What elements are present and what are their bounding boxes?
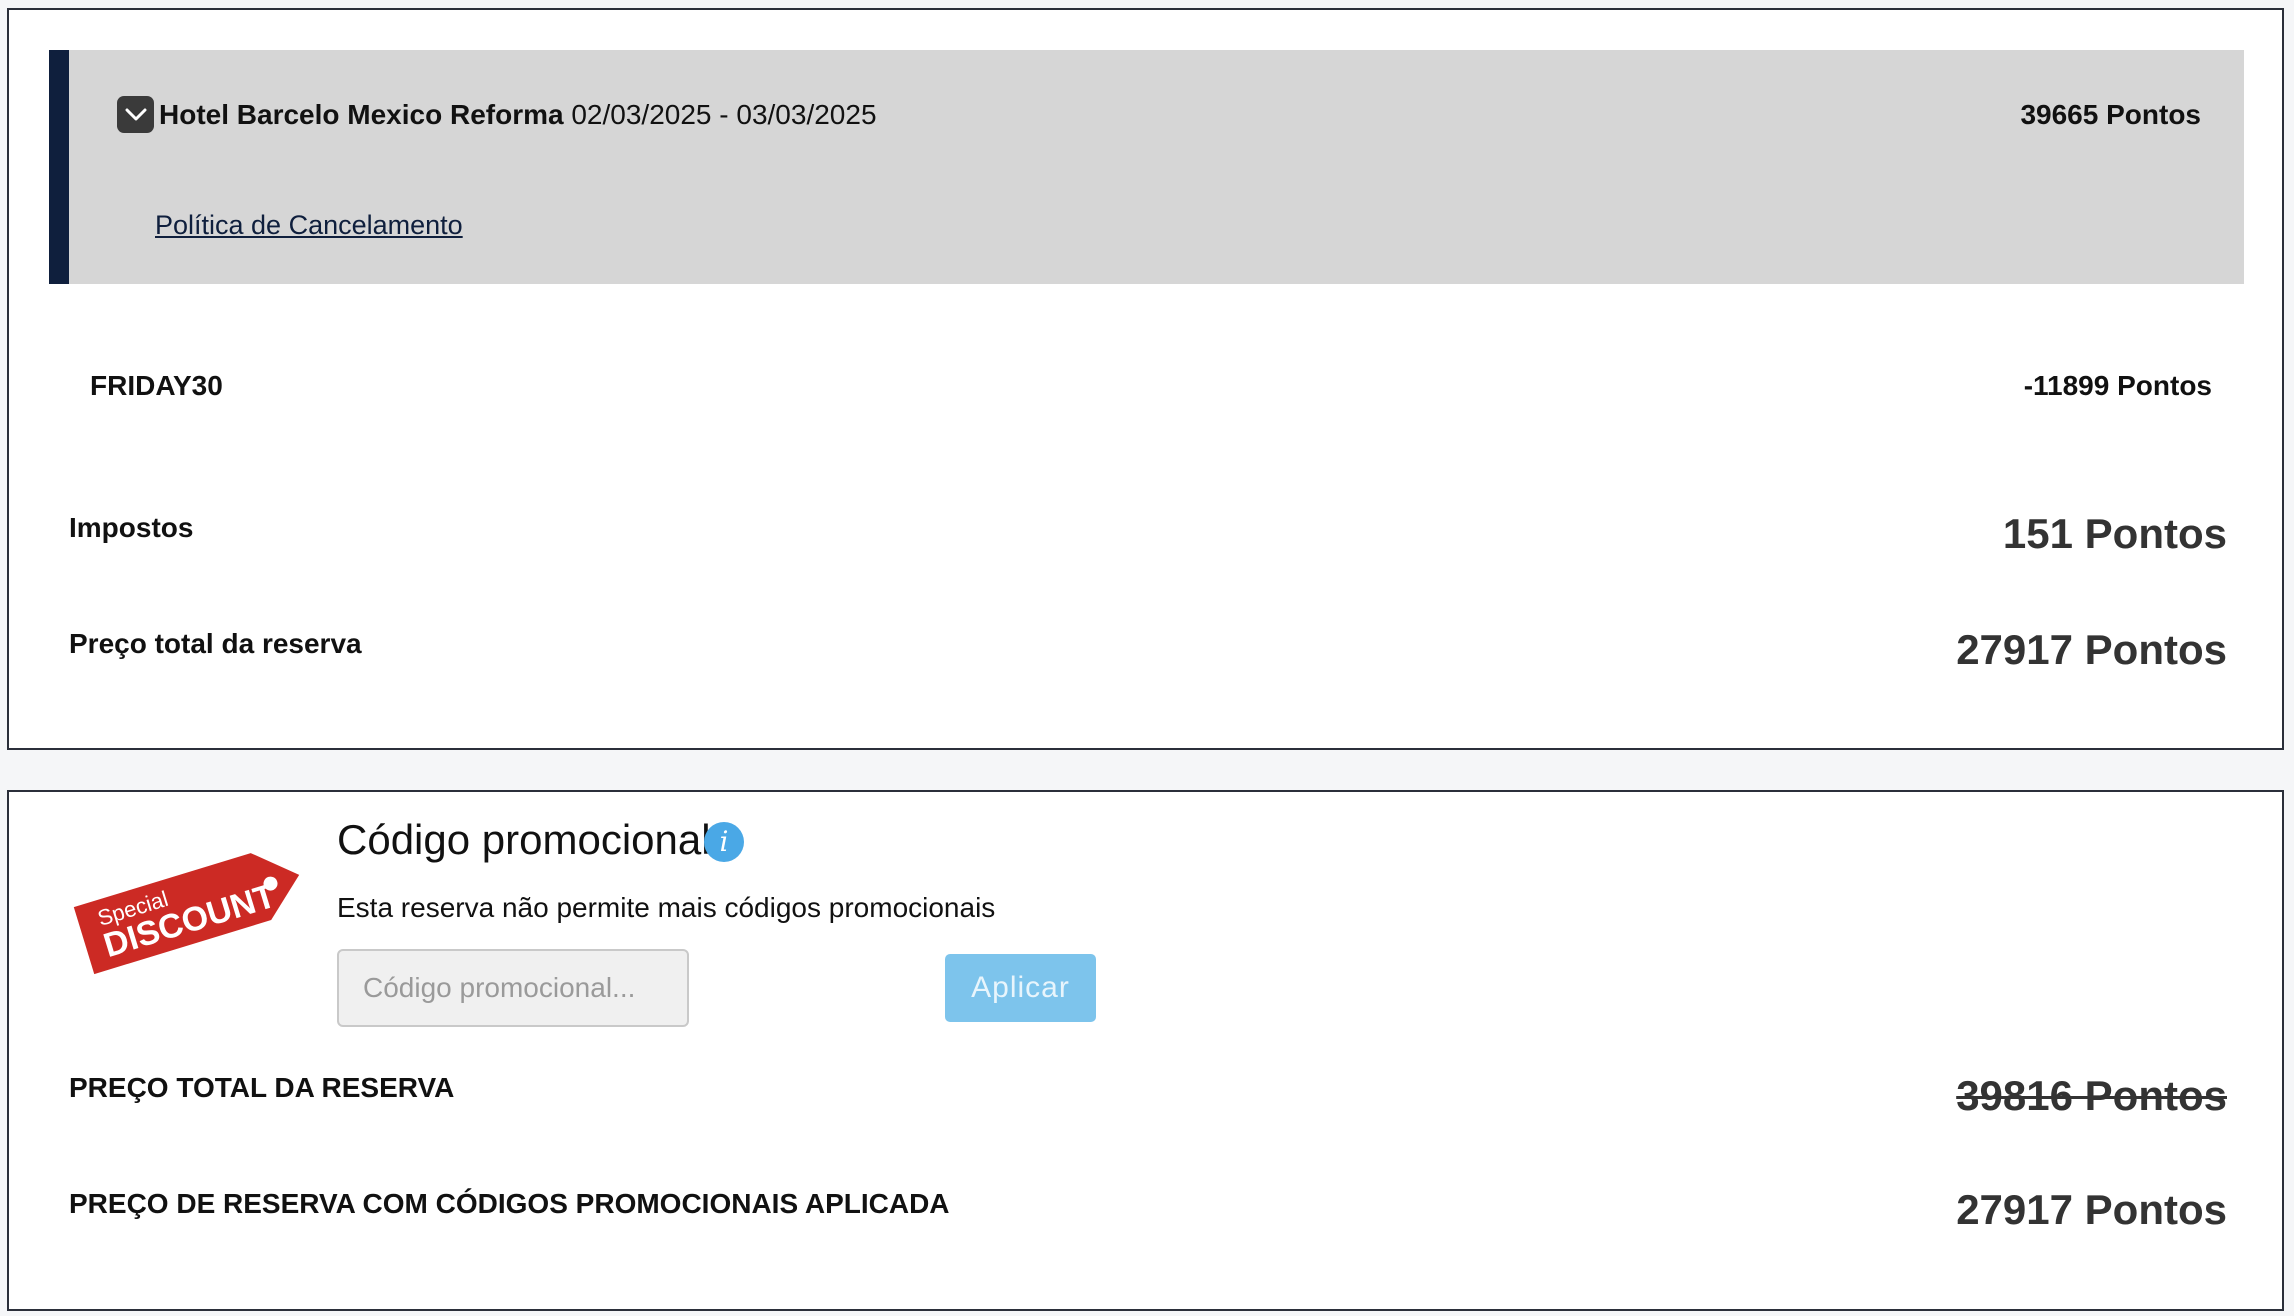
promo-title: Código promocional: [337, 816, 711, 863]
promo-applied-label: PREÇO DE RESERVA COM CÓDIGOS PROMOCIONAI…: [69, 1188, 950, 1219]
stay-dates: 02/03/2025 - 03/03/2025: [571, 99, 877, 130]
hotel-name: Hotel Barcelo Mexico Reforma: [159, 99, 564, 130]
total-price-label: Preço total da reserva: [69, 628, 362, 659]
promo-applied-total: 27917 Pontos: [1956, 1186, 2227, 1233]
promo-total-label: PREÇO TOTAL DA RESERVA: [69, 1072, 455, 1103]
total-price-points: 27917 Pontos: [1956, 626, 2227, 673]
hotel-points: 39665 Pontos: [2020, 99, 2201, 130]
original-total-points: 39816 Pontos: [1956, 1072, 2227, 1119]
discount-points: -11899 Pontos: [2023, 370, 2212, 401]
hotel-accent-bar: [49, 50, 69, 284]
taxes-points: 151 Pontos: [2002, 510, 2227, 557]
chevron-down-icon: [125, 108, 146, 120]
collapse-toggle-button[interactable]: [117, 96, 154, 133]
info-icon[interactable]: i: [704, 822, 744, 862]
hotel-item: Hotel Barcelo Mexico Reforma 02/03/2025 …: [49, 50, 2244, 284]
taxes-label: Impostos: [69, 512, 194, 543]
apply-button[interactable]: Aplicar: [945, 954, 1096, 1022]
discount-tag-icon: Special DISCOUNT: [69, 832, 319, 982]
promo-code-panel: Special DISCOUNT Código promocional i Es…: [7, 790, 2284, 1311]
hotel-title-line: Hotel Barcelo Mexico Reforma 02/03/2025 …: [159, 98, 877, 132]
reservation-summary-panel: Hotel Barcelo Mexico Reforma 02/03/2025 …: [7, 8, 2284, 750]
cancellation-policy-link[interactable]: Política de Cancelamento: [155, 210, 463, 241]
promo-description: Esta reserva não permite mais códigos pr…: [337, 892, 996, 923]
promo-code-input[interactable]: [337, 949, 689, 1027]
discount-code-label: FRIDAY30: [90, 370, 223, 401]
